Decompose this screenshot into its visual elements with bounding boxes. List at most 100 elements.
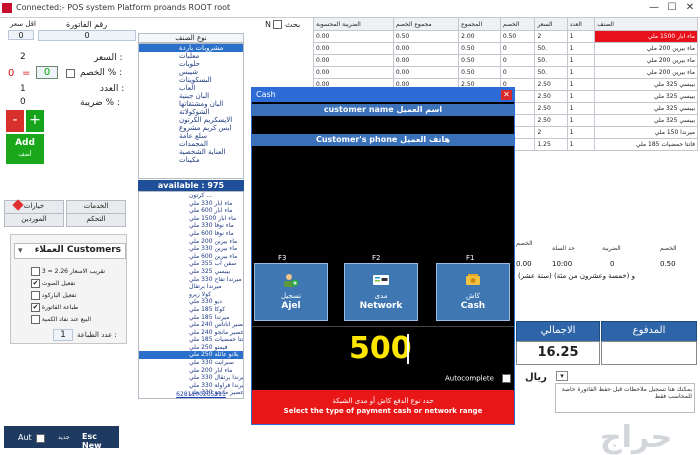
auto-checkbox[interactable]: ✔ <box>36 434 45 443</box>
grid-cell[interactable]: 0.50 <box>458 66 501 79</box>
grid-cell[interactable]: 0.00 <box>392 42 460 55</box>
table-row[interactable]: 0.00 0.00 0.50 0 50. 1 ماء بيرين 200 ملي <box>313 54 698 67</box>
tab-suppliers[interactable]: الموردين <box>4 213 64 227</box>
grid-cell[interactable]: بيبسي 325 ملي <box>594 114 698 127</box>
close-window-button[interactable]: ✕ <box>682 2 698 14</box>
grid-cell[interactable]: 0.00 <box>313 42 394 55</box>
product-item[interactable]: راني عصير اناناس 240 ملي <box>139 321 243 329</box>
product-item[interactable]: بيبسي 325 ملي <box>139 268 243 276</box>
autocomplete-checkbox[interactable]: ✔ <box>502 374 512 383</box>
category-item[interactable]: حلويات <box>139 60 243 68</box>
grid-cell[interactable]: بيبسي 325 ملي <box>594 90 698 103</box>
tab-options[interactable]: خيارات <box>4 200 64 214</box>
grid-cell[interactable]: 0.00 <box>313 66 394 79</box>
grid-cell[interactable]: 2.50 <box>534 102 568 115</box>
category-item[interactable]: البسكويتات <box>139 76 243 84</box>
maximize-button[interactable]: ☐ <box>664 2 680 14</box>
category-item[interactable]: البان جبنية <box>139 92 243 100</box>
category-list[interactable]: مشروبات باردة معلبات حلويات شيبس البسكويتات ا… <box>138 43 244 179</box>
grid-cell[interactable]: 50. <box>534 54 568 67</box>
print-count-field[interactable]: 1 <box>53 329 73 341</box>
product-item[interactable]: ماء ابار 330 ملي <box>139 200 243 208</box>
grid-cell[interactable]: 1 <box>566 66 596 79</box>
product-item[interactable]: ميرندا تفاح 330 ملي <box>139 276 243 284</box>
product-item[interactable]: فيمتو 250 ملي <box>139 344 243 352</box>
grid-column-header[interactable]: الضريبة المحسوبة <box>313 17 394 31</box>
grid-cell[interactable]: 0.00 <box>392 66 460 79</box>
category-item[interactable]: البان ومشتقاتها <box>139 100 243 108</box>
grid-cell[interactable]: 2.50 <box>534 90 568 103</box>
grid-column-header[interactable]: الخصم <box>499 17 536 31</box>
min-price-field[interactable]: 0 <box>8 30 34 40</box>
product-item[interactable]: راني عصير مانجو 240 ملي <box>139 329 243 337</box>
grid-cell[interactable]: ماء ابار 1500 ملي <box>594 30 698 43</box>
customer-name-input[interactable] <box>252 117 514 133</box>
grid-cell[interactable]: 50. <box>534 42 568 55</box>
ajel-button[interactable]: تسجيل Ajel <box>254 263 328 321</box>
category-item[interactable]: شيبس <box>139 68 243 76</box>
tab-services[interactable]: الخدمات <box>66 200 126 214</box>
option-barcode[interactable]: تفعيل الباركود <box>31 291 76 300</box>
product-item[interactable]: فانتا حمضيات 185 ملي <box>139 336 243 344</box>
table-row[interactable]: 0.00 0.50 2.00 0.50 2 1 ماء ابار 1500 ملي <box>313 30 698 43</box>
grid-cell[interactable]: 0.00 <box>313 54 394 67</box>
grid-cell[interactable]: 1 <box>566 114 596 127</box>
grid-cell[interactable]: 1 <box>566 78 596 91</box>
tab-control[interactable]: التحكم <box>66 213 126 227</box>
increase-quantity-button[interactable]: + <box>26 110 44 132</box>
table-row[interactable]: 0.00 0.00 0.50 0 50. 1 ماء بيرين 200 ملي <box>313 42 698 55</box>
product-item[interactable]: بلانو عائلة 250 ملي <box>139 351 243 360</box>
product-item[interactable]: ماء بيرين 600 ملي <box>139 253 243 261</box>
category-item[interactable]: سلع عامة <box>139 132 243 140</box>
network-button[interactable]: مدى Network <box>344 263 418 321</box>
grid-cell[interactable]: 0.00 <box>313 30 394 43</box>
option-checkbox[interactable]: ✔ <box>31 279 40 288</box>
customer-phone-input[interactable] <box>252 147 514 247</box>
product-item[interactable]: كوكا 185 ملي <box>139 306 243 314</box>
grid-cell[interactable]: 0.50 <box>499 30 536 43</box>
paid-value[interactable] <box>601 341 697 365</box>
grid-cell[interactable]: 1.25 <box>534 138 568 151</box>
grid-cell[interactable]: 50. <box>534 66 568 79</box>
grid-column-header[interactable]: الصنف <box>594 17 698 31</box>
grid-column-header[interactable]: العدد <box>566 17 596 31</box>
autocomplete-row[interactable]: Autocomplete ✔ <box>445 374 512 383</box>
minimize-button[interactable]: — <box>646 2 662 14</box>
grid-cell[interactable]: 0.00 <box>392 54 460 67</box>
option-checkbox[interactable] <box>31 267 40 276</box>
product-item[interactable]: ماء نوفا 330 ملي <box>139 222 243 230</box>
grid-column-header[interactable]: مجموع الخصم <box>392 17 460 31</box>
grid-column-header[interactable]: المجموع <box>458 17 501 31</box>
category-item[interactable]: مشروبات باردة <box>139 44 243 52</box>
product-item[interactable]: ميرندا برتقال <box>139 283 243 291</box>
product-list[interactable]: كرتون ... ماء ابار 330 ملي ماء ابار 600 مل… <box>138 191 244 399</box>
product-item[interactable]: ماء ابار 200 ملي <box>139 367 243 375</box>
grid-cell[interactable]: ماء بيرين 200 ملي <box>594 66 698 79</box>
grid-cell[interactable]: 1 <box>566 30 596 43</box>
product-item[interactable]: سفن اب 355 ملي <box>139 260 243 268</box>
product-item[interactable]: ماء بيرين 200 ملي <box>139 238 243 246</box>
discount-checkbox[interactable] <box>66 69 75 78</box>
product-item[interactable]: سبرايت 330 ملي <box>139 359 243 367</box>
product-item[interactable]: ميرندا فراولة 330 ملي <box>139 382 243 390</box>
grid-cell[interactable]: 0.50 <box>458 42 501 55</box>
invoice-number-field[interactable]: 0 <box>38 30 136 41</box>
table-row[interactable]: 0.00 0.00 0.50 0 50. 1 ماء بيرين 200 ملي <box>313 66 698 79</box>
product-item[interactable]: ماء بيرين 330 ملي <box>139 245 243 253</box>
option-sound[interactable]: ✔ تفعيل الصوت <box>31 279 75 288</box>
category-item[interactable]: معلبات <box>139 52 243 60</box>
product-item[interactable]: ماء ابار 600 ملي <box>139 207 243 215</box>
category-item[interactable]: العناية الشخصية <box>139 148 243 156</box>
currency-dropdown[interactable]: ▾ <box>556 371 568 381</box>
payment-amount-input[interactable]: 500 <box>349 331 412 366</box>
option-round-prices[interactable]: تقريب الاسعار 2.26 = 3 <box>31 267 105 276</box>
barcode-link[interactable]: 6281100205311 <box>166 391 236 399</box>
option-sell-out-of-stock[interactable]: البيع عند نفاد الكمية <box>31 315 91 324</box>
grid-cell[interactable]: ماء بيرين 200 ملي <box>594 42 698 55</box>
product-item[interactable]: ماء نوفا 600 ملي <box>139 230 243 238</box>
grid-cell[interactable]: 1 <box>566 54 596 67</box>
option-checkbox[interactable] <box>31 315 40 324</box>
grid-cell[interactable]: 2.00 <box>458 30 501 43</box>
grid-cell[interactable]: 1 <box>566 102 596 115</box>
option-print-invoice[interactable]: ✔ طباعة الفاتورة <box>31 303 78 312</box>
